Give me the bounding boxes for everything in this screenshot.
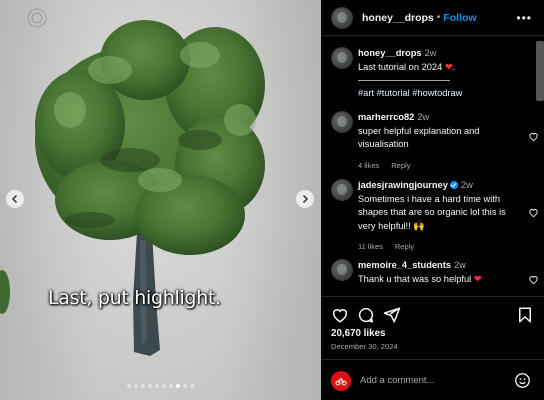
add-comment-input[interactable] xyxy=(360,370,510,391)
carousel-next-button[interactable] xyxy=(296,190,314,208)
carousel-indicator xyxy=(0,384,321,388)
comment-username[interactable]: jadesjrawingjourney xyxy=(358,180,448,190)
carousel-dot xyxy=(169,384,173,388)
follow-button[interactable]: Follow xyxy=(443,12,476,24)
comment-likes[interactable]: 11 likes xyxy=(358,240,383,254)
viewer-avatar xyxy=(331,370,351,391)
post-side-panel: honey__drops • Follow ••• honey__drops 2w… xyxy=(321,0,544,400)
commenter-avatar[interactable] xyxy=(331,111,353,133)
comment-time[interactable]: 2w xyxy=(461,180,473,190)
carousel-dot xyxy=(176,384,180,388)
comment-time[interactable]: 2w xyxy=(425,48,437,58)
carousel-prev-button[interactable] xyxy=(6,190,24,208)
heart-emoji: ❤ xyxy=(444,61,453,72)
add-comment-row xyxy=(321,359,544,400)
comment-item: memoire_4_students 2w Thank u that was so… xyxy=(331,259,538,287)
bike-icon xyxy=(335,377,347,385)
likes-count[interactable]: 20,670 likes xyxy=(331,328,385,339)
comment-username[interactable]: memoire_4_students xyxy=(358,260,451,270)
comment-text: super helpful explanation and visualisat… xyxy=(358,125,480,150)
comment-icon[interactable] xyxy=(357,306,375,324)
chevron-right-icon xyxy=(302,194,309,204)
comment-text: Thank u that was so helpful ❤ xyxy=(358,273,521,287)
post-media[interactable]: Last, put highlight. xyxy=(0,0,321,400)
media-caption: Last, put highlight. xyxy=(48,287,221,309)
more-options-button[interactable]: ••• xyxy=(516,11,532,25)
comment-item: jadesjrawingjourney 2w Sometimes i have a… xyxy=(331,179,538,254)
post-actions: 20,670 likes December 30, 2024 xyxy=(321,296,544,400)
reply-button[interactable]: Reply xyxy=(391,159,410,173)
carousel-dot xyxy=(134,384,138,388)
caption-text: Last tutorial on 2024 xyxy=(358,61,443,72)
carousel-dot xyxy=(141,384,145,388)
caption-tail: . xyxy=(452,61,456,72)
post-date: December 30, 2024 xyxy=(331,342,398,351)
post-header: honey__drops • Follow ••• xyxy=(321,0,544,36)
comment-likes[interactable]: 4 likes xyxy=(358,159,379,173)
chevron-left-icon xyxy=(11,194,18,204)
comment-item: marherrco82 2w super helpful explanation … xyxy=(331,111,538,173)
author-username[interactable]: honey__drops xyxy=(362,12,434,24)
comment-like-icon[interactable] xyxy=(528,274,539,285)
share-icon[interactable] xyxy=(383,306,401,324)
commenter-avatar[interactable] xyxy=(331,259,353,281)
tree-painting xyxy=(0,20,265,356)
save-icon[interactable] xyxy=(516,306,534,324)
carousel-dot xyxy=(190,384,194,388)
comment-like-icon[interactable] xyxy=(528,131,539,142)
comments-scrollbar[interactable] xyxy=(536,41,544,101)
heart-emoji: ❤ xyxy=(473,273,482,284)
comment-username[interactable]: honey__drops xyxy=(358,48,422,58)
reply-button[interactable]: Reply xyxy=(395,240,414,254)
verified-badge-icon xyxy=(449,181,458,189)
header-separator: • xyxy=(436,12,441,23)
carousel-dot xyxy=(127,384,131,388)
comment-like-icon[interactable] xyxy=(528,207,539,218)
carousel-dot xyxy=(155,384,159,388)
author-avatar[interactable] xyxy=(331,47,353,69)
caption-comment: honey__drops 2w Last tutorial on 2024 ❤. … xyxy=(331,47,521,101)
commenter-avatar[interactable] xyxy=(331,179,353,201)
carousel-dot xyxy=(162,384,166,388)
comments-list[interactable]: honey__drops 2w Last tutorial on 2024 ❤. … xyxy=(321,37,544,293)
carousel-dot xyxy=(148,384,152,388)
hashtags[interactable]: #art #tutorial #howtodraw xyxy=(358,87,521,101)
like-icon[interactable] xyxy=(331,306,349,324)
comment-time[interactable]: 2w xyxy=(417,112,429,122)
emoji-icon[interactable] xyxy=(514,372,531,389)
author-avatar[interactable] xyxy=(331,6,353,29)
comment-text-body: Thank u that was so helpful xyxy=(358,273,472,284)
comment-username[interactable]: marherrco82 xyxy=(358,112,414,122)
comment-text: Last tutorial on 2024 ❤. xyxy=(358,61,521,75)
caption-divider xyxy=(358,80,450,81)
comment-time[interactable]: 2w xyxy=(454,260,466,270)
comment-text: Sometimes i have a hard time with shapes… xyxy=(358,193,506,231)
carousel-dot xyxy=(183,384,187,388)
